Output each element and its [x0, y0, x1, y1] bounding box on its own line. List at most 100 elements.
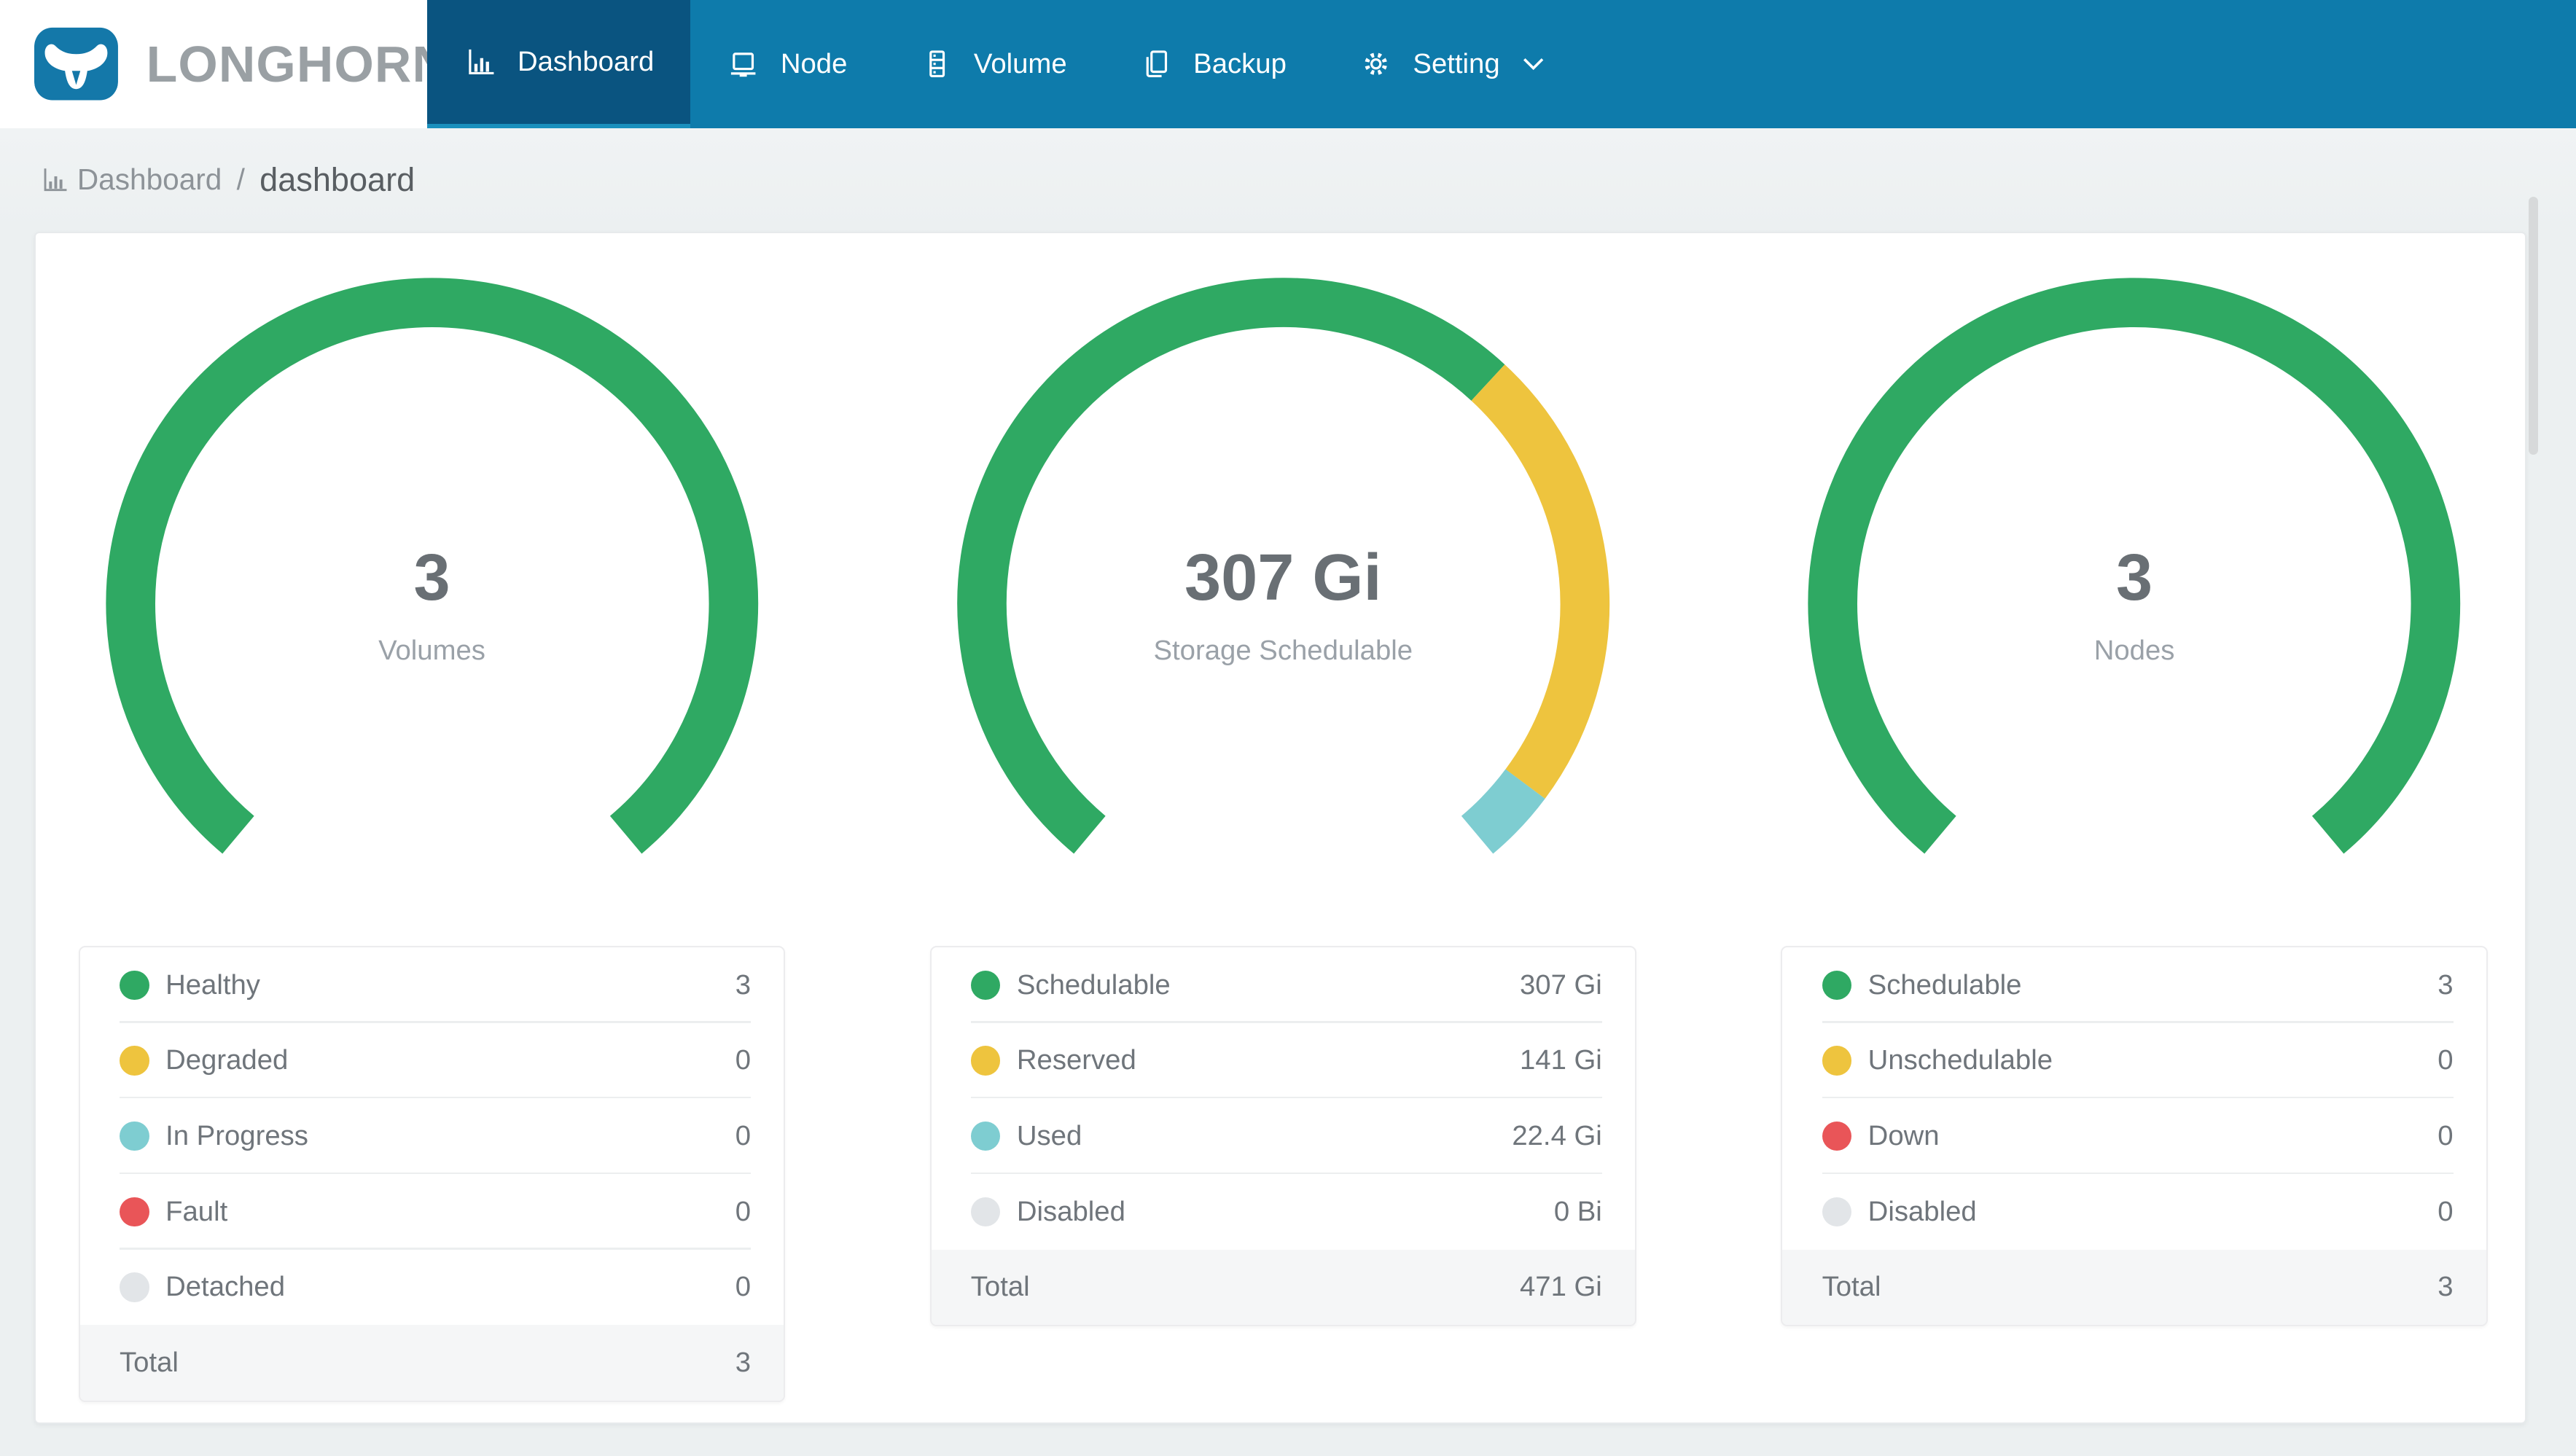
legend-row-reserved: Reserved 141 Gi [932, 1023, 1635, 1099]
legend-label: Disabled [1016, 1195, 1125, 1227]
total-value: 471 Gi [1519, 1271, 1602, 1303]
legend-label: Down [1867, 1120, 1940, 1152]
legend-row-down: Down 0 [1782, 1098, 2486, 1174]
legend-label: Disabled [1867, 1195, 1977, 1227]
legend-label: Used [1016, 1120, 1082, 1152]
longhorn-logo-icon [34, 28, 119, 101]
laptop-icon [731, 52, 756, 77]
gear-icon [1365, 52, 1388, 76]
nav-item-setting[interactable]: Setting [1322, 0, 1580, 128]
bar-chart-icon [44, 168, 67, 192]
total-label: Total [970, 1271, 1030, 1303]
legend-color-dot [1822, 1197, 1852, 1227]
bar-chart-icon [468, 50, 493, 75]
top-nav: LONGHORN Dashboard Node Volume Backup Se… [0, 0, 2576, 128]
total-label: Total [120, 1347, 179, 1379]
nav-item-label: Backup [1193, 47, 1287, 79]
breadcrumb-section[interactable]: Dashboard [77, 163, 222, 197]
backup-copy-icon [1146, 50, 1167, 78]
total-value: 3 [735, 1347, 752, 1379]
legend-row-disabled: Disabled 0 [1782, 1174, 2486, 1250]
legend-label: Fault [165, 1195, 228, 1227]
gauge-center-label: Nodes [2093, 635, 2175, 667]
legend-total-row: Total 3 [1782, 1249, 2486, 1326]
legend-row-degraded: Degraded 0 [80, 1023, 784, 1099]
legend-color-dot [970, 1046, 1001, 1076]
legend-color-dot [120, 1046, 149, 1076]
legend-value: 0 [2438, 1044, 2454, 1076]
legend-label: Detached [165, 1271, 286, 1303]
legend-label: In Progress [165, 1120, 308, 1152]
legend-color-dot [970, 970, 1001, 1001]
legend-row-schedulable: Schedulable 307 Gi [932, 947, 1635, 1023]
legend-row-healthy: Healthy 3 [80, 947, 784, 1023]
total-label: Total [1822, 1271, 1881, 1303]
volumes-gauge: 3 Volumes [104, 275, 761, 933]
volumes-legend-table: Healthy 3 Degraded 0 In Progress 0 Fault 0 Detac… [78, 945, 786, 1402]
legend-row-unschedulable: Unschedulable 0 [1782, 1023, 2486, 1099]
nav-item-label: Node [780, 47, 848, 79]
legend-row-schedulable: Schedulable 3 [1782, 947, 2486, 1023]
nodes-panel: 3 Nodes Schedulable 3 Unschedulable 0 Down 0 D… [1781, 275, 2488, 1402]
breadcrumb-current-page: dashboard [259, 160, 415, 198]
vertical-scrollbar-thumb[interactable] [2528, 197, 2539, 455]
gauge-center-label: Storage Schedulable [1153, 635, 1413, 667]
legend-color-dot [1822, 970, 1852, 1001]
legend-color-dot [1822, 1121, 1852, 1151]
legend-color-dot [120, 1121, 149, 1151]
legend-row-used: Used 22.4 Gi [932, 1098, 1635, 1174]
dashboard-card: 3 Volumes Healthy 3 Degraded 0 In Progress 0 F… [34, 231, 2527, 1425]
legend-label: Degraded [165, 1044, 289, 1076]
legend-color-dot [1822, 1046, 1852, 1076]
legend-label: Schedulable [1016, 968, 1171, 1001]
legend-total-row: Total 471 Gi [931, 1249, 1635, 1326]
legend-color-dot [970, 1197, 1001, 1227]
legend-row-fault: Fault 0 [80, 1174, 784, 1250]
volume-stack-icon [929, 50, 945, 78]
gauge-center-value: 307 Gi [1184, 540, 1382, 614]
breadcrumb: Dashboard / dashboard [0, 128, 2576, 232]
legend-label: Reserved [1016, 1044, 1136, 1076]
main-menu: Dashboard Node Volume Backup Setting [427, 0, 1580, 128]
legend-row-in-progress: In Progress 0 [80, 1098, 784, 1174]
storage-gauge: 307 Gi Storage Schedulable [955, 275, 1612, 933]
legend-total-row: Total 3 [79, 1325, 784, 1401]
legend-value: 0 [735, 1120, 752, 1152]
legend-value: 0 [735, 1044, 752, 1076]
legend-value: 141 Gi [1519, 1044, 1602, 1076]
legend-color-dot [120, 1272, 149, 1302]
volumes-panel: 3 Volumes Healthy 3 Degraded 0 In Progress 0 F… [78, 275, 786, 1402]
total-value: 3 [2438, 1271, 2454, 1303]
gauge-center-value: 3 [413, 540, 450, 614]
nav-item-label: Dashboard [517, 45, 655, 77]
legend-label: Healthy [165, 968, 260, 1001]
longhorn-dashboard-app: LONGHORN Dashboard Node Volume Backup Se… [0, 0, 2576, 1455]
legend-row-detached: Detached 0 [80, 1250, 784, 1326]
nodes-gauge: 3 Nodes [1806, 275, 2463, 933]
legend-label: Schedulable [1867, 968, 2022, 1001]
gauge-center-label: Volumes [378, 635, 485, 667]
legend-row-disabled: Disabled 0 Bi [932, 1174, 1635, 1250]
brand-name: LONGHORN [146, 35, 450, 93]
brand[interactable]: LONGHORN [0, 0, 449, 128]
legend-value: 3 [2438, 968, 2454, 1001]
nav-item-node[interactable]: Node [690, 0, 883, 128]
nav-item-label: Setting [1413, 47, 1500, 79]
legend-value: 0 [2438, 1120, 2454, 1152]
storage-panel: 307 Gi Storage Schedulable Schedulable 30… [929, 275, 1636, 1402]
chevron-down-icon [1523, 58, 1544, 71]
nav-item-backup[interactable]: Backup [1103, 0, 1322, 128]
legend-value: 0 [2438, 1195, 2454, 1227]
gauge-center-value: 3 [2116, 540, 2153, 614]
legend-value: 22.4 Gi [1512, 1120, 1602, 1152]
legend-color-dot [120, 970, 149, 1001]
legend-label: Unschedulable [1867, 1044, 2053, 1076]
nav-item-volume[interactable]: Volume [883, 0, 1103, 128]
nav-item-dashboard[interactable]: Dashboard [427, 0, 690, 128]
storage-legend-table: Schedulable 307 Gi Reserved 141 Gi Used 22.4 … [929, 945, 1636, 1327]
legend-color-dot [120, 1197, 149, 1227]
legend-value: 0 [735, 1195, 752, 1227]
legend-value: 307 Gi [1519, 968, 1602, 1001]
legend-value: 0 [735, 1271, 752, 1303]
legend-color-dot [970, 1121, 1001, 1151]
